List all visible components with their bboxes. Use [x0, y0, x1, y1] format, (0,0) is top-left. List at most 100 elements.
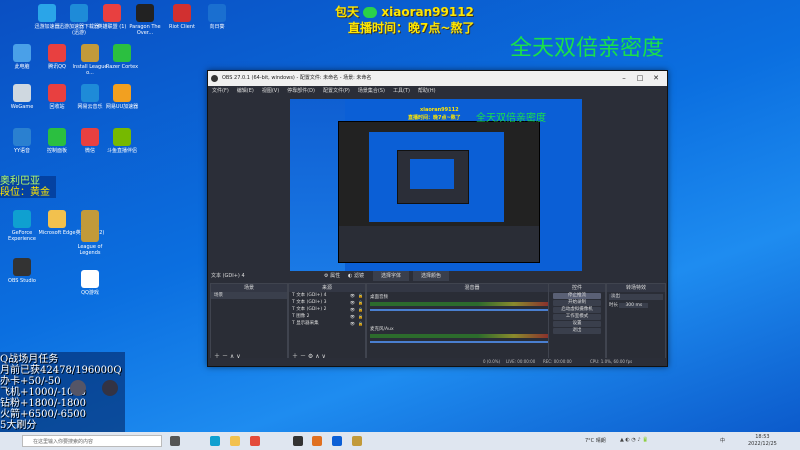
- task-view-icon[interactable]: [170, 436, 180, 446]
- source-item[interactable]: T 文本 (GDI+) 2 👁 🔒: [289, 306, 365, 313]
- obs-app-icon: [211, 75, 218, 82]
- mixer-channel: 桌面音频0.0 dB🔊⚙: [367, 292, 577, 324]
- menu-item[interactable]: 帮助(H): [418, 88, 436, 94]
- obs-titlebar[interactable]: OBS 27.0.1 (64-bit, windows) - 配置文件: 未命名…: [208, 71, 667, 86]
- obs-preview[interactable]: xiaoran99112 直播时间：晚7点~熬了 全天双倍亲密度: [290, 99, 582, 276]
- source-item[interactable]: T 文本 (GDI+) 4 👁 🔒: [289, 292, 365, 299]
- desktop-icon[interactable]: 斗鱼直播伴侣: [100, 128, 144, 154]
- desktop-icon-label: 网易UU加速器: [105, 104, 139, 110]
- app-icon: [38, 4, 56, 22]
- source-item[interactable]: T 文本 (GDI+) 3 👁 🔒: [289, 299, 365, 306]
- transitions-header: 转场特效: [607, 284, 665, 292]
- stats-line: 钻粉+1800/-1800: [0, 398, 87, 409]
- volume-slider[interactable]: [370, 309, 550, 311]
- clock[interactable]: 18:53 2022/12/25: [748, 434, 777, 448]
- menu-item[interactable]: 配置文件(P): [323, 88, 350, 94]
- source-label: 文本 (GDI+) 4: [211, 273, 245, 279]
- visibility-icon[interactable]: 👁: [350, 313, 355, 320]
- obs-taskbar-icon[interactable]: [293, 436, 303, 446]
- app-icon: [81, 44, 99, 62]
- menu-item[interactable]: 编辑(E): [237, 88, 254, 94]
- status-drop: 0 (0.0%): [483, 359, 501, 364]
- source-item[interactable]: T 图像 2 👁 🔒: [289, 313, 365, 320]
- overlay-big-title: 全天双倍亲密度: [510, 36, 665, 61]
- overlay-id: xiaoran99112: [381, 5, 474, 19]
- obs-window[interactable]: OBS 27.0.1 (64-bit, windows) - 配置文件: 未命名…: [207, 70, 668, 367]
- explorer-taskbar-icon[interactable]: [230, 436, 240, 446]
- visibility-icon[interactable]: 👁: [350, 306, 355, 313]
- desktop-icon[interactable]: QQ游戏: [68, 270, 112, 296]
- app-icon: [13, 128, 31, 146]
- stats-avatar-2: [102, 380, 118, 396]
- control-button[interactable]: 开始录制: [553, 300, 601, 306]
- desktop-icon[interactable]: League of Legends: [68, 224, 112, 256]
- weather-widget[interactable]: 7°C 晴朗: [585, 437, 606, 444]
- desktop-icon-label: 斗鱼直播伴侣: [106, 148, 137, 154]
- desktop-icon[interactable]: 向日葵: [195, 4, 239, 30]
- channel-name: 桌面音频: [370, 295, 388, 300]
- sources-panel: 来源 T 文本 (GDI+) 4 👁 🔒 T 文本 (GDI+) 3 👁 🔒 T 文本 (G…: [288, 283, 366, 363]
- menu-item[interactable]: 工具(T): [393, 88, 410, 94]
- scenes-panel: 场景 场景 ＋ － ∧ ∨: [210, 283, 288, 363]
- chrome-taskbar-icon[interactable]: [250, 436, 260, 446]
- app-icon: [13, 44, 31, 62]
- controls-panel: 控件 停止推流 开始录制 启动虚拟摄像机 工作室模式 设置 退出: [548, 283, 606, 363]
- app-taskbar-icon-1[interactable]: [312, 436, 322, 446]
- app-icon: [13, 210, 31, 228]
- visibility-icon[interactable]: 👁: [350, 292, 355, 299]
- source-filters-button[interactable]: ◐ 滤镜: [348, 271, 364, 281]
- mixer-panel: 混音器 桌面音频0.0 dB🔊⚙麦克风/Aux0.0 dB🔊⚙: [366, 283, 578, 363]
- source-name: 图像 2: [296, 314, 310, 319]
- duration-input[interactable]: 300 ms: [619, 303, 649, 308]
- volume-slider[interactable]: [370, 341, 550, 343]
- preview-inner-window-2: [397, 150, 469, 204]
- visibility-icon[interactable]: 👁: [350, 299, 355, 306]
- close-icon[interactable]: ✕: [649, 71, 663, 86]
- control-button[interactable]: 停止推流: [553, 293, 601, 299]
- lock-icon[interactable]: 🔒: [358, 306, 363, 313]
- menu-item[interactable]: 文件(F): [212, 88, 229, 94]
- maximize-icon[interactable]: □: [633, 71, 647, 86]
- desktop-icon[interactable]: Razer Cortex: [100, 44, 144, 70]
- lock-icon[interactable]: 🔒: [358, 299, 363, 306]
- desktop-icon[interactable]: OBS Studio: [0, 258, 44, 284]
- menu-item[interactable]: 场景集合(S): [358, 88, 385, 94]
- app-taskbar-icon-2[interactable]: [332, 436, 342, 446]
- control-button[interactable]: 启动虚拟摄像机: [553, 307, 601, 313]
- preview-overlay-time: 直播时间：晚7点~熬了: [408, 115, 461, 121]
- select-color-button[interactable]: 选择颜色: [413, 271, 450, 281]
- transition-select[interactable]: 淡出: [609, 294, 663, 300]
- stats-avatar-1: [70, 380, 86, 396]
- lock-icon[interactable]: 🔒: [358, 313, 363, 320]
- search-box[interactable]: 在这里输入你要搜索的内容: [22, 435, 162, 447]
- control-button[interactable]: 工作室模式: [553, 314, 601, 320]
- desktop-icon-label: QQ游戏: [81, 290, 99, 296]
- source-item[interactable]: T 显示器采集 👁 🔒: [289, 320, 365, 327]
- app-icon: [208, 4, 226, 22]
- menu-item[interactable]: 视图(V): [262, 88, 279, 94]
- status-cpu: CPU: 1.0%, 60.00 fps: [590, 359, 633, 364]
- source-name: 文本 (GDI+) 4: [296, 293, 327, 298]
- rank-line2: 段位：黄金: [0, 187, 50, 198]
- desktop-icon[interactable]: 网易UU加速器: [100, 84, 144, 110]
- control-button[interactable]: 退出: [553, 328, 601, 334]
- source-properties-button[interactable]: ⚙ 属性: [324, 271, 340, 281]
- stats-line: 办卡+50/-50: [0, 376, 61, 387]
- lock-icon[interactable]: 🔒: [358, 292, 363, 299]
- ime-indicator[interactable]: 中: [720, 437, 725, 444]
- lock-icon[interactable]: 🔒: [358, 320, 363, 327]
- minimize-icon[interactable]: –: [617, 71, 631, 86]
- visibility-icon[interactable]: 👁: [350, 320, 355, 327]
- scene-item[interactable]: 场景: [211, 292, 287, 299]
- source-name: 显示器采集: [296, 321, 319, 326]
- control-button[interactable]: 设置: [553, 321, 601, 327]
- stats-line: 火箭+6500/-6500: [0, 409, 87, 420]
- app-icon: [113, 84, 131, 102]
- select-font-button[interactable]: 选择字体: [373, 271, 410, 281]
- edge-taskbar-icon[interactable]: [210, 436, 220, 446]
- stats-line: Q战场月任务: [0, 354, 59, 365]
- menu-item[interactable]: 停靠部件(D): [287, 88, 315, 94]
- desktop-icon-label: OBS Studio: [8, 278, 36, 284]
- mixer-channel: 麦克风/Aux0.0 dB🔊⚙: [367, 324, 577, 356]
- lol-taskbar-icon[interactable]: [352, 436, 362, 446]
